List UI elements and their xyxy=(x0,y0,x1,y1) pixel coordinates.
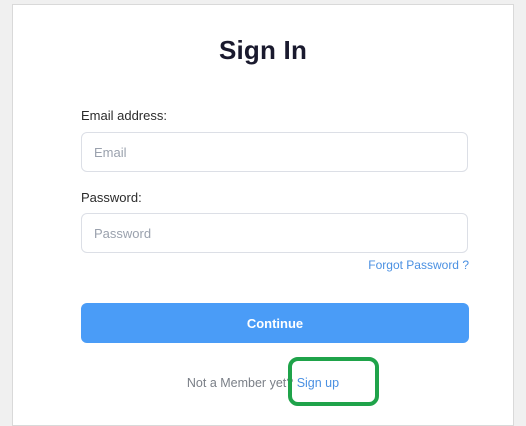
sign-up-link[interactable]: Sign up xyxy=(297,376,339,390)
password-field[interactable] xyxy=(81,213,468,253)
page-background: Sign In Email address: Password: Forgot … xyxy=(0,0,526,426)
page-title: Sign In xyxy=(218,35,308,65)
email-label: Email address: xyxy=(81,108,167,123)
email-field[interactable] xyxy=(81,132,468,172)
password-label: Password: xyxy=(81,190,142,205)
signup-prompt-line: Not a Member yet? Sign up xyxy=(0,376,526,390)
continue-button[interactable]: Continue xyxy=(81,303,469,343)
forgot-password-link[interactable]: Forgot Password ? xyxy=(368,258,469,272)
signup-prompt-text: Not a Member yet? xyxy=(186,376,294,390)
